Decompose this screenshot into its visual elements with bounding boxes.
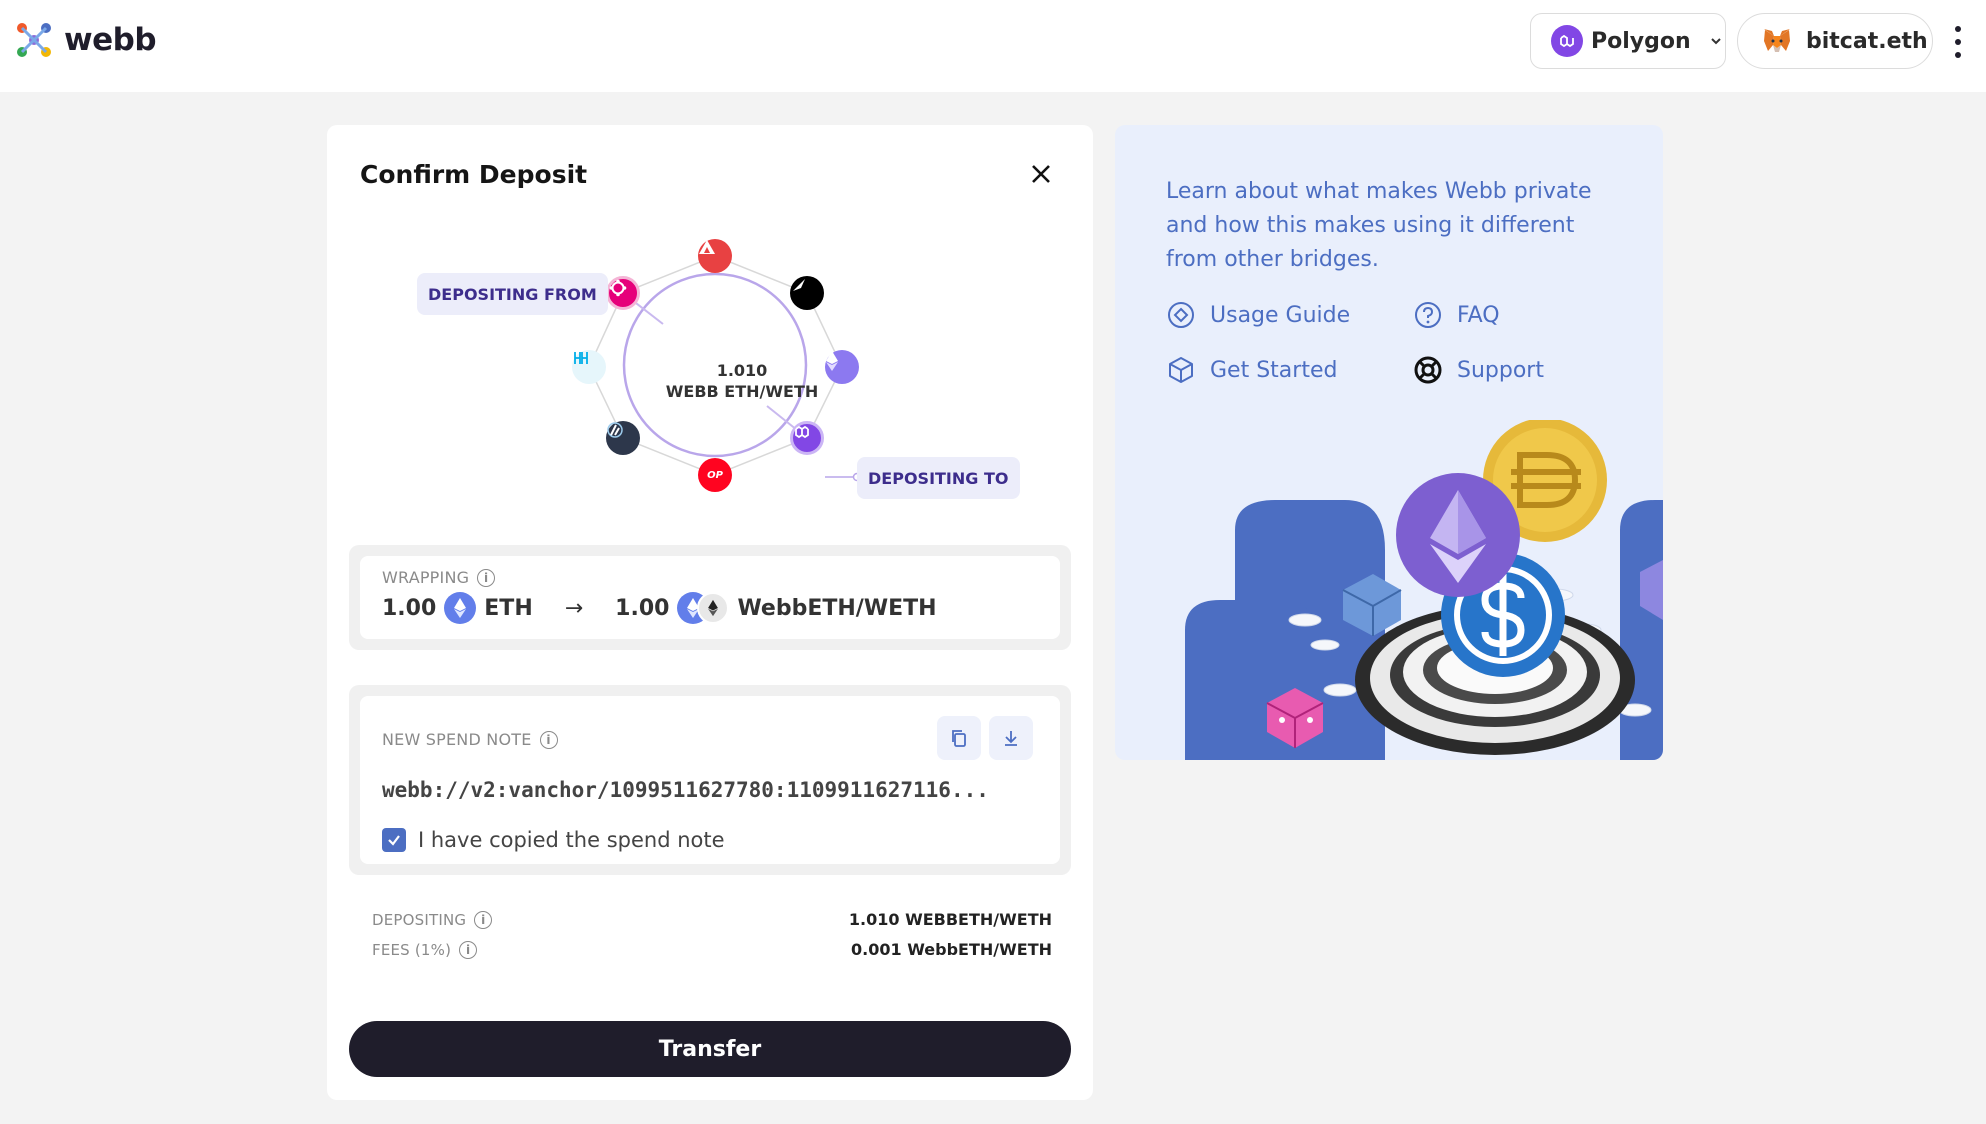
wrapping-section: WRAPPING i 1.00 ETH → 1.00 WebbETH/WETH	[349, 545, 1071, 650]
copied-note-checkbox-row[interactable]: I have copied the spend note	[382, 828, 725, 852]
network-selector-button[interactable]: Polygon	[1530, 13, 1726, 69]
close-icon	[1032, 165, 1050, 183]
arbitrum-icon[interactable]	[606, 421, 640, 455]
support-link[interactable]: Support	[1413, 355, 1544, 385]
side-panel-text: Learn about what makes Webb private and …	[1166, 179, 1592, 272]
usage-guide-label: Usage Guide	[1210, 302, 1351, 328]
depositing-row: DEPOSITING i 1.010 WEBBETH/WETH	[372, 910, 1052, 929]
faq-label: FAQ	[1457, 302, 1500, 328]
question-circle-icon	[1415, 302, 1441, 328]
metamask-fox-icon	[1764, 29, 1790, 52]
spend-note-section: NEW SPEND NOTE i webb://v2:vanchor/10995…	[349, 685, 1071, 875]
account-button[interactable]: bitcat.eth	[1737, 13, 1933, 69]
chain-diagram: OP 1.010 WEBB ETH/WETH DEPOSITING FROM D…	[327, 225, 1093, 555]
from-token: ETH	[484, 595, 533, 621]
avalanche-icon[interactable]	[698, 239, 732, 273]
info-icon[interactable]: i	[474, 910, 493, 929]
faq-link[interactable]: FAQ	[1413, 300, 1500, 330]
account-label: bitcat.eth	[1806, 28, 1928, 54]
from-amount: 1.00	[382, 595, 437, 621]
crypto-illustration	[1185, 420, 1663, 760]
logo-text: webb	[64, 22, 157, 58]
to-token: WebbETH/WETH	[737, 595, 937, 621]
center-amount-value: 1.010	[716, 361, 768, 380]
info-icon[interactable]: i	[477, 568, 496, 587]
card-title: Confirm Deposit	[360, 160, 588, 189]
get-started-link[interactable]: Get Started	[1166, 355, 1337, 385]
to-amount: 1.00	[615, 595, 670, 621]
info-icon[interactable]: i	[539, 730, 558, 749]
wrapping-row: 1.00 ETH → 1.00 WebbETH/WETH	[382, 592, 937, 624]
harmony-icon[interactable]	[572, 350, 606, 384]
optimism-label: OP	[707, 469, 723, 481]
compass-icon	[1168, 302, 1194, 328]
fees-row: FEES (1%) i 0.001 WebbETH/WETH	[372, 940, 1052, 959]
depositing-value: 1.010 WEBBETH/WETH	[848, 910, 1052, 929]
webbeth-token-icon	[677, 592, 730, 624]
get-started-label: Get Started	[1210, 357, 1338, 383]
optimism-icon[interactable]: OP	[698, 458, 732, 492]
support-label: Support	[1457, 357, 1544, 383]
wrapping-label: WRAPPING	[382, 568, 470, 587]
polygon-icon	[1551, 25, 1583, 57]
chevron-down-icon	[1710, 38, 1721, 45]
checkbox-label: I have copied the spend note	[418, 828, 725, 852]
more-menu-icon[interactable]	[1950, 26, 1966, 58]
copy-note-button[interactable]	[937, 716, 981, 760]
fees-value: 0.001 WebbETH/WETH	[851, 940, 1052, 959]
info-side-panel: Learn about what makes Webb private and …	[1115, 125, 1663, 760]
check-icon	[388, 835, 400, 846]
deposit-amount-center: 1.010 WEBB ETH/WETH	[627, 360, 857, 402]
copy-icon	[952, 730, 966, 747]
spend-note-label-row: NEW SPEND NOTE i	[382, 730, 558, 749]
webb-logo-icon	[17, 23, 51, 57]
spend-note-label: NEW SPEND NOTE	[382, 730, 532, 749]
transfer-button[interactable]: Transfer	[349, 1021, 1071, 1077]
close-button[interactable]	[1027, 160, 1055, 188]
spend-note-value[interactable]: webb://v2:vanchor/1099511627780:11099116…	[382, 778, 989, 802]
polygon-icon[interactable]	[790, 421, 824, 455]
webb-logo[interactable]: webb	[14, 20, 157, 60]
wrapping-label-row: WRAPPING i	[382, 568, 496, 587]
center-amount-token: WEBB ETH/WETH	[665, 382, 819, 401]
polkadot-icon[interactable]	[606, 276, 640, 310]
usage-guide-link[interactable]: Usage Guide	[1166, 300, 1350, 330]
depositing-from-label: DEPOSITING FROM	[417, 273, 608, 315]
arrow-right-icon: →	[564, 595, 584, 621]
checkbox[interactable]	[382, 828, 406, 852]
confirm-deposit-card: Confirm Deposit OP 1.010 WEBB ETH/WETH D…	[327, 125, 1093, 1100]
depositing-label: DEPOSITING	[372, 910, 467, 929]
lifebuoy-icon	[1414, 356, 1442, 384]
moonbeam-icon[interactable]	[790, 276, 824, 310]
network-label: Polygon	[1591, 28, 1691, 54]
fees-label: FEES (1%)	[372, 940, 452, 959]
eth-token-icon	[444, 592, 477, 624]
depositing-to-label: DEPOSITING TO	[857, 457, 1020, 499]
download-note-button[interactable]	[989, 716, 1033, 760]
download-icon	[1005, 731, 1017, 746]
info-icon[interactable]: i	[459, 940, 478, 959]
top-bar: webb Polygon bitcat.eth	[0, 0, 1986, 92]
cube-icon	[1169, 357, 1193, 383]
